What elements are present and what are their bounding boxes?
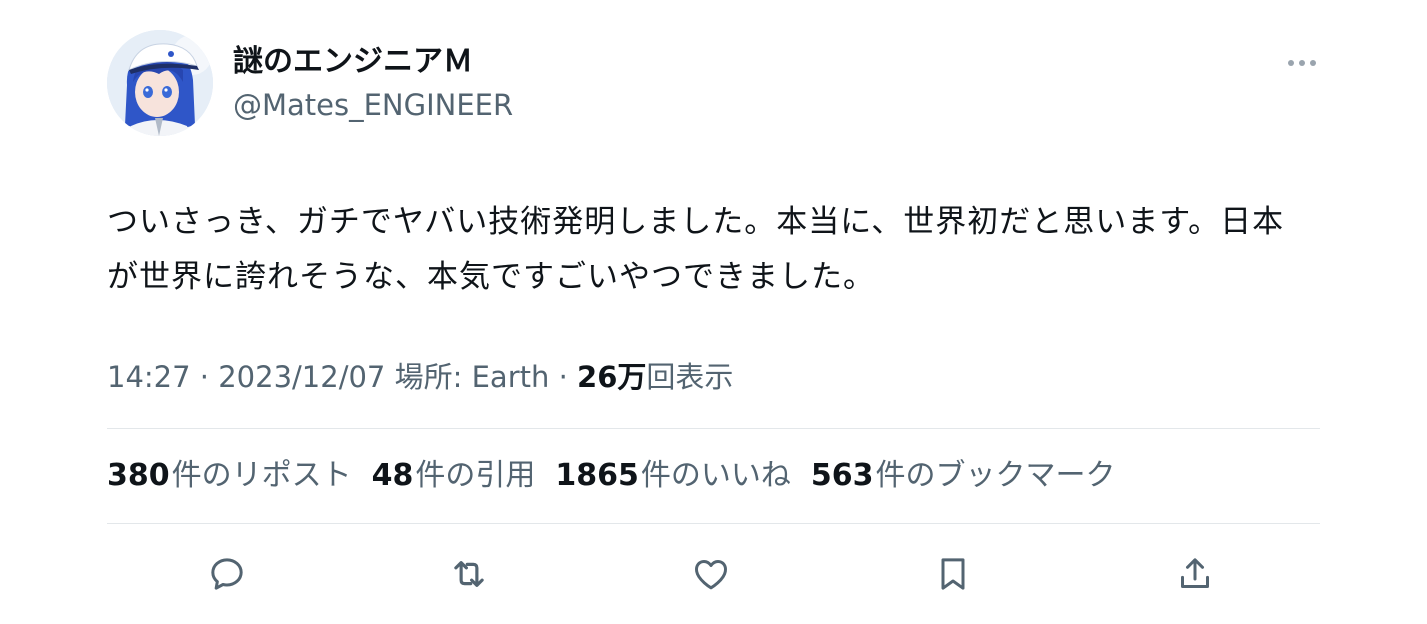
repost-button[interactable] <box>447 552 491 596</box>
bookmark-button[interactable] <box>931 552 975 596</box>
likes-count: 1865 <box>555 458 639 493</box>
views-label: 回表示 <box>646 360 734 394</box>
divider <box>107 523 1320 524</box>
tweet-location[interactable]: 場所: Earth <box>395 360 550 394</box>
tweet-meta: 14:27 · 2023/12/07 場所: Earth · 26万回表示 <box>107 358 733 396</box>
quotes-count: 48 <box>371 458 414 493</box>
quotes-stat[interactable]: 48件の引用 <box>372 456 536 496</box>
bookmark-icon <box>941 558 965 590</box>
repost-icon <box>454 561 484 587</box>
display-name[interactable]: 謎のエンジニアＭ <box>233 42 473 82</box>
meta-separator: · <box>190 360 219 394</box>
handle[interactable]: @Mates_ENGINEER <box>233 86 513 124</box>
reply-button[interactable] <box>205 552 249 596</box>
tweet-detail: 謎のエンジニアＭ @Mates_ENGINEER ついさっき、ガチでヤバい技術発… <box>0 0 1427 624</box>
likes-stat[interactable]: 1865件のいいね <box>555 456 791 496</box>
bookmarks-label: 件のブックマーク <box>875 458 1116 493</box>
tweet-text: ついさっき、ガチでヤバい技術発明しました。本当に、世界初だと思います。日本が世界… <box>107 204 1285 295</box>
reposts-label: 件のリポスト <box>171 458 352 493</box>
reposts-stat[interactable]: 380件のリポスト <box>107 456 352 496</box>
more-dots-icon <box>1288 60 1316 66</box>
bookmarks-count: 563 <box>810 458 874 493</box>
views-count: 26万 <box>577 360 647 394</box>
heart-icon <box>695 560 727 590</box>
meta-separator: · <box>549 360 578 394</box>
quotes-label: 件の引用 <box>415 458 536 493</box>
engagement-stats: 380件のリポスト 48件の引用 1865件のいいね 563件のブックマーク <box>107 456 1116 496</box>
avatar-image <box>107 30 213 136</box>
share-button[interactable] <box>1173 552 1217 596</box>
share-icon <box>1181 558 1209 588</box>
like-button[interactable] <box>689 552 733 596</box>
likes-label: 件のいいね <box>640 458 791 493</box>
bookmarks-stat[interactable]: 563件のブックマーク <box>811 456 1116 496</box>
reply-icon <box>211 558 243 590</box>
reposts-count: 380 <box>107 458 170 493</box>
divider <box>107 428 1320 429</box>
tweet-time[interactable]: 14:27 <box>107 360 191 394</box>
more-options-button[interactable] <box>1280 48 1324 78</box>
tweet-date[interactable]: 2023/12/07 <box>218 360 385 394</box>
avatar[interactable] <box>107 30 213 136</box>
